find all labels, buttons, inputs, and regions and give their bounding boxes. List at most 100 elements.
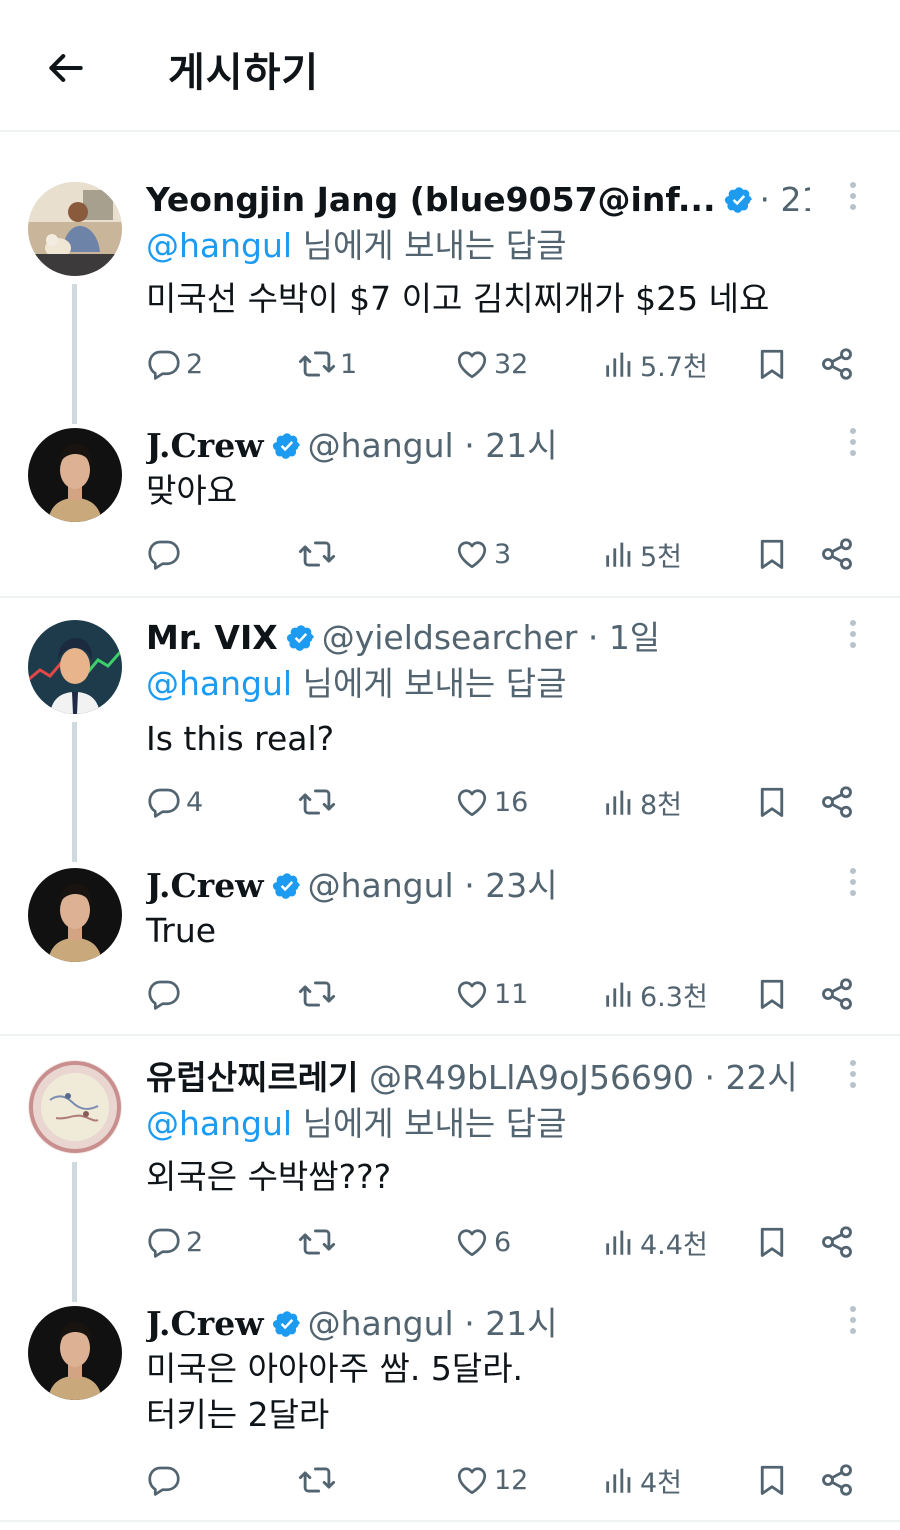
- like-button[interactable]: 32: [454, 342, 528, 386]
- avatar-jcrew[interactable]: [28, 428, 122, 522]
- share-button[interactable]: [819, 780, 855, 824]
- bookmark-button[interactable]: [754, 342, 790, 386]
- bookmark-button[interactable]: [754, 1458, 790, 1502]
- timestamp[interactable]: 21시: [485, 426, 557, 465]
- share-button[interactable]: [819, 1458, 855, 1502]
- repost-button[interactable]: [298, 1220, 340, 1264]
- share-button[interactable]: [819, 1220, 855, 1264]
- like-button[interactable]: 6: [454, 1220, 511, 1264]
- display-name[interactable]: J.Crew: [146, 1304, 264, 1343]
- bookmark-icon: [754, 976, 790, 1012]
- like-button[interactable]: 16: [454, 780, 528, 824]
- reply-icon: [146, 536, 182, 572]
- tweet-header: 유럽산찌르레기 @R49bLlA9oJ56690 · 22시: [146, 1058, 798, 1097]
- tweet-text: True: [146, 911, 217, 950]
- verified-badge-icon: [272, 1309, 302, 1339]
- bookmark-icon: [754, 1462, 790, 1498]
- share-button[interactable]: [819, 972, 855, 1016]
- share-button[interactable]: [819, 532, 855, 576]
- reply-button[interactable]: [146, 972, 186, 1016]
- more-options-icon[interactable]: [848, 1060, 858, 1094]
- analytics-icon: [602, 537, 636, 571]
- like-button[interactable]: 12: [454, 1458, 528, 1502]
- analytics-icon: [602, 1225, 636, 1259]
- display-name[interactable]: Mr. VIX: [146, 618, 278, 657]
- avatar-mrvix[interactable]: [28, 620, 122, 714]
- like-button[interactable]: 3: [454, 532, 511, 576]
- heart-icon: [454, 536, 490, 572]
- bookmark-icon: [754, 346, 790, 382]
- more-options-icon[interactable]: [848, 428, 858, 462]
- timestamp[interactable]: 22시: [725, 1058, 797, 1097]
- handle[interactable]: @hangul: [308, 1304, 454, 1343]
- mention-link[interactable]: @hangul: [146, 664, 292, 703]
- bookmark-button[interactable]: [754, 1220, 790, 1264]
- verified-badge-icon: [286, 623, 316, 653]
- more-options-icon[interactable]: [848, 620, 858, 654]
- action-bar: 4 16 8천: [146, 780, 866, 824]
- repost-button[interactable]: [298, 780, 340, 824]
- heart-icon: [454, 1462, 490, 1498]
- mention-link[interactable]: @hangul: [146, 1104, 292, 1143]
- replying-to: @hangul 님에게 보내는 답글: [146, 226, 567, 265]
- display-name[interactable]: J.Crew: [146, 866, 264, 905]
- repost-button[interactable]: [298, 532, 340, 576]
- timestamp[interactable]: 23시: [485, 866, 557, 905]
- avatar-yeongjin[interactable]: [28, 182, 122, 276]
- timestamp[interactable]: 21시: [781, 180, 811, 219]
- views-button[interactable]: 8천: [602, 780, 682, 824]
- display-name[interactable]: Yeongjin Jang (blue9057@inf...: [146, 180, 716, 219]
- share-button[interactable]: [819, 342, 855, 386]
- heart-icon: [454, 1224, 490, 1260]
- reply-button[interactable]: 2: [146, 1220, 203, 1264]
- analytics-icon: [602, 1463, 636, 1497]
- avatar-jcrew[interactable]: [28, 868, 122, 962]
- repost-button[interactable]: [298, 1458, 340, 1502]
- reply-icon: [146, 784, 182, 820]
- views-button[interactable]: 4천: [602, 1458, 682, 1502]
- tweet-text: 외국은 수박쌈???: [146, 1157, 392, 1196]
- timestamp[interactable]: 21시: [485, 1304, 557, 1343]
- heart-icon: [454, 346, 490, 382]
- reply-button[interactable]: 4: [146, 780, 203, 824]
- reply-button[interactable]: [146, 1458, 186, 1502]
- handle[interactable]: @R49bLlA9oJ56690: [369, 1058, 694, 1097]
- thread-connector: [72, 284, 77, 424]
- repost-button[interactable]: 1: [298, 342, 357, 386]
- more-options-icon[interactable]: [848, 868, 858, 902]
- back-arrow-icon[interactable]: [44, 46, 88, 90]
- replying-to: @hangul 님에게 보내는 답글: [146, 664, 567, 703]
- action-bar: 2 1 32 5.7천: [146, 342, 866, 386]
- reply-button[interactable]: [146, 532, 186, 576]
- handle[interactable]: @yieldsearcher: [322, 618, 578, 657]
- thread-divider: [0, 1520, 900, 1522]
- verified-badge-icon: [272, 871, 302, 901]
- action-bar: 2 6 4.4천: [146, 1220, 866, 1264]
- reply-icon: [146, 346, 182, 382]
- reply-button[interactable]: 2: [146, 342, 203, 386]
- display-name[interactable]: 유럽산찌르레기: [146, 1058, 359, 1097]
- bookmark-button[interactable]: [754, 780, 790, 824]
- display-name[interactable]: J.Crew: [146, 426, 264, 465]
- more-options-icon[interactable]: [848, 1306, 858, 1340]
- avatar-jcrew[interactable]: [28, 1306, 122, 1400]
- reply-icon: [146, 1224, 182, 1260]
- like-button[interactable]: 11: [454, 972, 528, 1016]
- share-icon: [819, 346, 855, 382]
- mention-link[interactable]: @hangul: [146, 226, 292, 265]
- bookmark-icon: [754, 1224, 790, 1260]
- analytics-icon: [602, 785, 636, 819]
- views-button[interactable]: 5천: [602, 532, 682, 576]
- bookmark-button[interactable]: [754, 972, 790, 1016]
- bookmark-button[interactable]: [754, 532, 790, 576]
- avatar-starling[interactable]: [28, 1060, 122, 1154]
- views-button[interactable]: 6.3천: [602, 972, 708, 1016]
- timestamp[interactable]: 1일: [609, 618, 660, 657]
- views-button[interactable]: 4.4천: [602, 1220, 708, 1264]
- handle[interactable]: @hangul: [308, 866, 454, 905]
- handle[interactable]: @hangul: [308, 426, 454, 465]
- more-options-icon[interactable]: [848, 182, 858, 216]
- views-button[interactable]: 5.7천: [602, 342, 708, 386]
- repost-button[interactable]: [298, 972, 340, 1016]
- share-icon: [819, 536, 855, 572]
